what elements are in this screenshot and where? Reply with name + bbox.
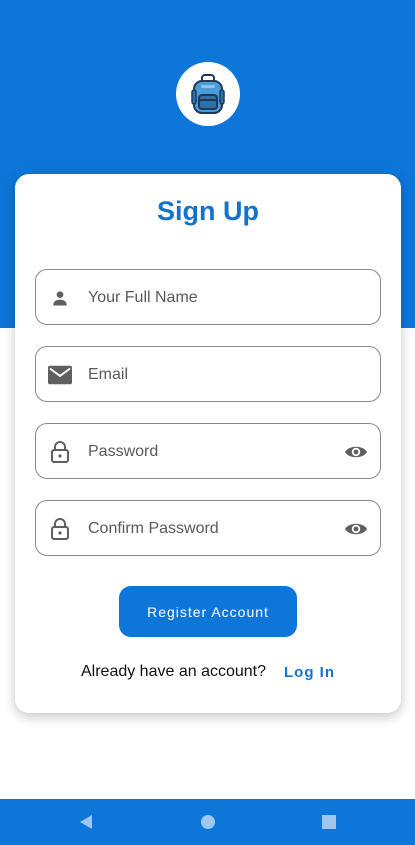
password-field[interactable]: Password <box>35 423 381 479</box>
signup-screen: Sign Up Your Full Name Email Password Co… <box>0 0 415 845</box>
backpack-icon <box>191 74 225 114</box>
mail-icon <box>48 363 72 387</box>
confirm-password-placeholder: Confirm Password <box>88 520 219 537</box>
recents-square-icon[interactable] <box>320 813 338 831</box>
login-question: Already have an account? <box>80 663 266 680</box>
email-placeholder: Email <box>88 366 129 383</box>
home-circle-icon[interactable] <box>199 813 217 831</box>
system-nav-bar <box>0 799 415 845</box>
password-placeholder: Password <box>88 443 159 460</box>
lock-icon <box>48 440 72 464</box>
confirm-password-field[interactable]: Confirm Password <box>35 500 381 556</box>
signup-card: Sign Up Your Full Name Email Password Co… <box>15 174 401 713</box>
eye-icon[interactable] <box>344 517 368 541</box>
login-link[interactable]: Log In <box>284 664 335 681</box>
full-name-field[interactable]: Your Full Name <box>35 269 381 325</box>
login-prompt: Already have an account? Log In <box>15 661 401 683</box>
app-logo <box>176 62 240 126</box>
back-triangle-icon[interactable] <box>77 813 95 831</box>
email-field[interactable]: Email <box>35 346 381 402</box>
page-title: Sign Up <box>157 196 259 226</box>
eye-icon[interactable] <box>344 440 368 464</box>
register-account-button[interactable]: Register Account <box>119 586 297 637</box>
full-name-placeholder: Your Full Name <box>88 289 198 306</box>
lock-icon <box>48 517 72 541</box>
person-icon <box>48 286 72 310</box>
